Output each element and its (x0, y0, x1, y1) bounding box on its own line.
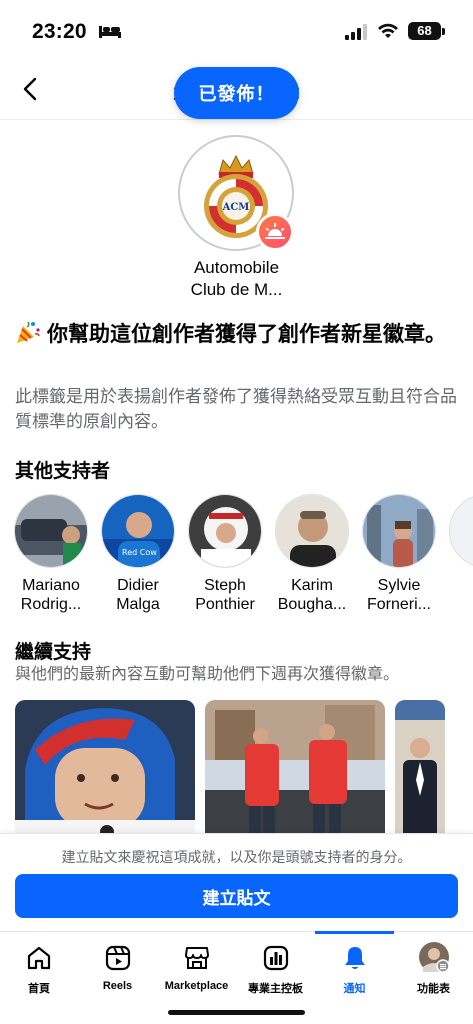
supporter-name: Didier Malga (116, 577, 160, 613)
post-thumbnail[interactable] (205, 700, 385, 840)
svg-text:ACM: ACM (222, 202, 250, 213)
home-indicator[interactable] (168, 1010, 305, 1015)
battery-nub (442, 28, 445, 35)
home-icon (27, 946, 51, 970)
other-supporters-title: 其他支持者 (15, 461, 111, 482)
creator-name[interactable]: Automobile Club de M... (0, 257, 473, 301)
post-thumbnail[interactable] (15, 700, 195, 840)
creator-name-line1: Automobile (193, 258, 280, 277)
create-post-button[interactable]: 建立貼文 (15, 874, 458, 918)
create-post-prompt: 建立貼文來慶祝這項成就，以及你是頭號支持者的身分。 (61, 849, 412, 865)
dashboard-icon (263, 945, 288, 971)
tab-label: 專業主控板 (248, 983, 303, 995)
status-time: 23:20 (32, 20, 87, 43)
supporter-item-partial[interactable] (441, 494, 473, 568)
marketplace-icon (184, 947, 209, 969)
tab-notifications[interactable]: 通知 (315, 931, 394, 1024)
tab-label: 通知 (343, 983, 366, 995)
tab-menu[interactable]: 功能表 (394, 932, 473, 1024)
continue-support-subtitle: 與他們的最新內容互動可幫助他們下週再次獲得徽章。 (15, 666, 400, 683)
avatar[interactable] (449, 494, 473, 568)
bell-icon (344, 947, 365, 969)
rising-star-badge-icon (256, 213, 294, 251)
supporter-item[interactable]: Steph Ponthier (180, 494, 270, 614)
tab-home[interactable]: 首頁 (0, 932, 78, 1024)
suited-man-photo (395, 700, 445, 840)
avatar[interactable]: Red Cow (101, 494, 175, 568)
active-tab-indicator (315, 931, 394, 934)
reels-icon (105, 945, 130, 971)
tab-reels[interactable]: Reels (78, 932, 157, 1024)
published-toast: 已發佈！ (174, 67, 299, 119)
achievement-headline: 你幫助這位創作者獲得了創作者新星徽章。 (15, 320, 460, 350)
supporter-item[interactable]: Karim Bougha... (267, 494, 357, 614)
creator-name-line2: Club de M... (190, 280, 283, 299)
marshals-photo (205, 700, 385, 840)
content-thumbnails[interactable] (0, 700, 473, 840)
achievement-description: 此標籤是用於表揚創作者發佈了獲得熱絡受眾互動且符合品質標準的原創內容。 (15, 387, 457, 431)
supporter-name: Steph Ponthier (195, 577, 255, 613)
battery-indicator: 68 (408, 22, 441, 40)
sleep-focus-icon (99, 26, 121, 38)
cellular-signal-icon (345, 24, 367, 40)
supporter-name: Mariano Rodrig... (20, 577, 82, 613)
wifi-icon (378, 23, 398, 38)
tab-label: 首頁 (28, 983, 50, 995)
supporter-item[interactable]: Sylvie Forneri... (354, 494, 444, 614)
continue-support-title: 繼續支持 (15, 642, 92, 663)
tab-label: Reels (102, 980, 133, 992)
tab-label: Marketplace (164, 980, 229, 992)
party-popper-icon (17, 321, 40, 343)
profile-menu-icon (418, 942, 450, 973)
supporter-item[interactable]: Red Cow Didier Malga (93, 494, 183, 614)
post-thumbnail[interactable] (395, 700, 445, 840)
avatar[interactable] (275, 494, 349, 568)
create-post-sheet: 建立貼文來慶祝這項成就，以及你是頭號支持者的身分。 建立貼文 (0, 833, 473, 931)
status-bar: 23:20 68 (0, 0, 473, 60)
avatar[interactable] (14, 494, 88, 568)
supporter-item[interactable]: Mariano Rodrig... (6, 494, 96, 614)
avatar[interactable] (188, 494, 262, 568)
svg-text:Red Cow: Red Cow (122, 548, 157, 557)
driver-helmet-photo (15, 700, 195, 840)
avatar[interactable] (362, 494, 436, 568)
headline-text: 你幫助這位創作者獲得了創作者新星徽章。 (47, 323, 446, 346)
supporters-row[interactable]: Mariano Rodrig... Red Cow Didier Malga S… (0, 494, 473, 619)
supporter-name: Karim Bougha... (277, 577, 347, 613)
supporter-name: Sylvie Forneri... (366, 577, 431, 613)
tab-label: 功能表 (417, 983, 450, 995)
